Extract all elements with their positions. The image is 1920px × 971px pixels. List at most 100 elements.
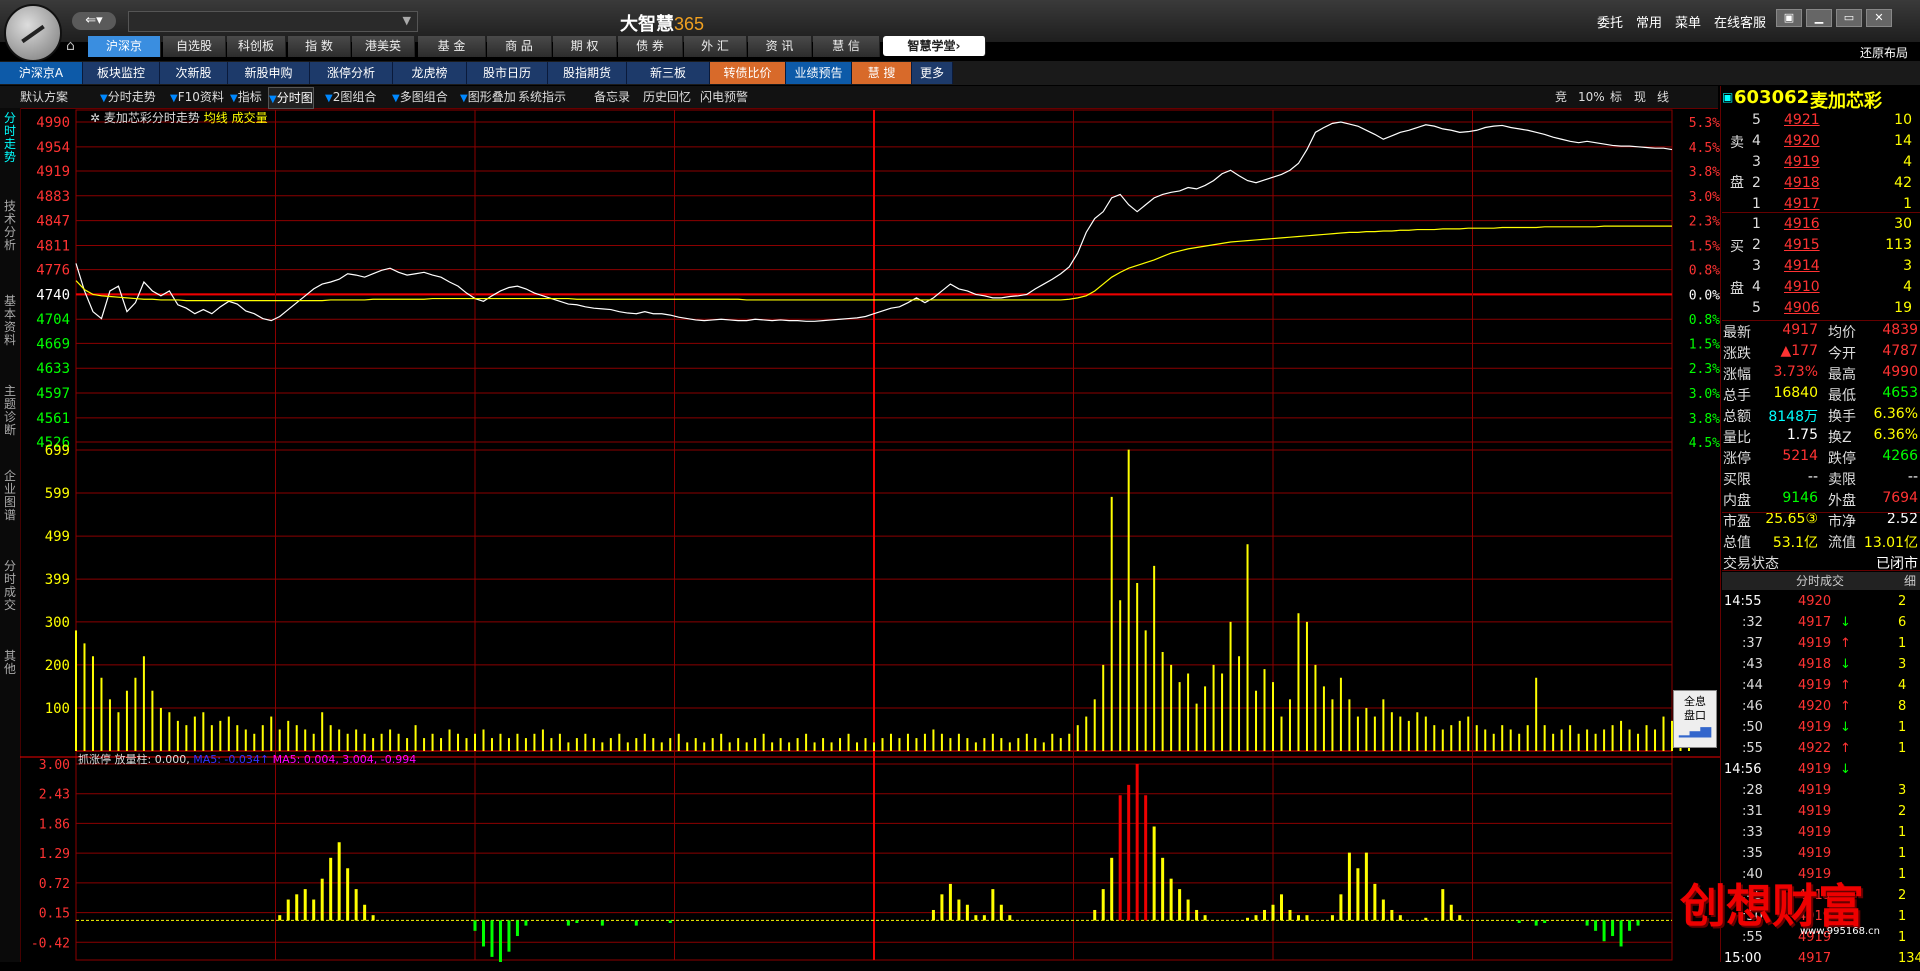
toolbar-right-item[interactable]: 线 (1657, 87, 1669, 107)
toolbar-item[interactable]: ▼分时走势 (100, 87, 156, 107)
toolbar-item[interactable]: ▼图形叠加 (460, 87, 516, 107)
toolbar-item[interactable]: 系统指示 (518, 87, 566, 107)
market-tab[interactable]: 期 权 (553, 36, 617, 57)
window-pin-icon[interactable]: ▣ (1776, 9, 1802, 27)
window-maximize-icon[interactable]: ▭ (1836, 9, 1862, 27)
back-button[interactable]: ⇐▾ (72, 12, 116, 30)
toolbar-item[interactable]: ▼2图组合 (325, 87, 376, 107)
tick-row[interactable]: 15:00 4917 134 (1724, 951, 1920, 971)
market-tab[interactable]: 科创板 (227, 36, 286, 57)
subnav-tab[interactable]: 更多 (912, 62, 953, 84)
restore-layout-link[interactable]: 还原布局 (1860, 44, 1908, 61)
tick-row[interactable]: :44 4919 ↑ 4 (1724, 678, 1918, 698)
market-tab[interactable]: 外 汇 (684, 36, 747, 57)
subnav-tab[interactable]: 慧 搜 (852, 62, 912, 84)
address-input[interactable]: ▼ (128, 11, 418, 32)
dropdown-icon[interactable]: ▼ (170, 93, 178, 104)
subnav-tab[interactable]: 业绩预告 (786, 62, 852, 84)
market-tab[interactable]: 商 品 (487, 36, 552, 57)
home-icon[interactable]: ⌂ (66, 38, 84, 54)
chevron-down-icon[interactable]: ▼ (403, 14, 411, 27)
toolbar-item[interactable]: ▼多图组合 (392, 87, 448, 107)
window-minimize-icon[interactable]: ▁ (1806, 9, 1832, 27)
subnav-tab[interactable]: 龙虎榜 (393, 62, 467, 84)
toolbar-right-item[interactable]: 竞 (1555, 87, 1567, 107)
window-close-icon[interactable]: ✕ (1866, 9, 1892, 27)
top-menu-item[interactable]: 委托 (1597, 12, 1623, 31)
dropdown-icon[interactable]: ▼ (325, 93, 333, 104)
order-book-row[interactable]: 2 4918 42 (1752, 175, 1912, 195)
stock-header[interactable]: ▣ 603062 麦加芯彩 (1720, 86, 1920, 112)
app-logo-icon[interactable] (4, 4, 62, 62)
top-menu-item[interactable]: 菜单 (1675, 12, 1701, 31)
dropdown-icon[interactable]: ▼ (100, 93, 108, 104)
market-tab[interactable]: 慧 信 (813, 36, 880, 57)
tick-row[interactable]: 14:56 4919 ↓ (1724, 762, 1918, 782)
tick-row[interactable]: :43 4918 ↓ 3 (1724, 657, 1918, 677)
indicator-tick-label: 0.72 (39, 877, 70, 892)
toolbar-item[interactable]: ▼F10资料 (170, 87, 224, 107)
tick-row[interactable]: :28 4919 3 (1724, 783, 1918, 803)
toolbar-item[interactable]: ▼指标 (230, 87, 262, 107)
dropdown-icon[interactable]: ▼ (269, 94, 277, 105)
tick-row[interactable]: :46 4920 ↑ 8 (1724, 699, 1918, 719)
market-tab[interactable]: 智慧学堂› (883, 36, 986, 56)
order-book-row[interactable]: 3 4914 3 (1752, 258, 1912, 278)
order-book-row[interactable]: 5 4906 19 (1752, 300, 1912, 320)
tick-row[interactable]: :31 4919 2 (1724, 804, 1918, 824)
subnav-tab[interactable]: 股指期货 (548, 62, 627, 84)
tick-row[interactable]: :35 4919 1 (1724, 846, 1918, 866)
tick-row[interactable]: :32 4917 ↓ 6 (1724, 615, 1918, 635)
toolbar-item[interactable]: 历史回忆 (643, 87, 691, 107)
order-book-row[interactable]: 5 4921 10 (1752, 112, 1912, 132)
tick-row[interactable]: :50 4919 ↓ 1 (1724, 720, 1918, 740)
order-book-row[interactable]: 4 4910 4 (1752, 279, 1912, 299)
side-tab[interactable]: 其他 (2, 650, 18, 676)
toolbar-item[interactable]: 备忘录 (594, 87, 630, 107)
tick-row[interactable]: :37 4919 ↑ 1 (1724, 636, 1918, 656)
subnav-tab[interactable]: 新股申购 (228, 62, 310, 84)
order-book-row[interactable]: 2 4915 113 (1752, 237, 1912, 257)
toolbar-right-item[interactable]: 标 (1610, 87, 1622, 107)
tick-row[interactable]: :55 4922 ↑ 1 (1724, 741, 1918, 761)
order-book-row[interactable]: 1 4916 30 (1752, 216, 1912, 236)
order-book-row[interactable]: 3 4919 4 (1752, 154, 1912, 174)
dropdown-icon[interactable]: ▼ (460, 93, 468, 104)
side-tab[interactable]: 主题诊断 (2, 385, 18, 437)
top-menu-item[interactable]: 在线客服 (1714, 12, 1766, 31)
toolbar-item[interactable]: ▼分时图 (268, 87, 314, 109)
market-tab[interactable]: 债 券 (618, 36, 683, 57)
top-menu-item[interactable]: 常用 (1636, 12, 1662, 31)
toolbar-right-item[interactable]: 10% (1578, 87, 1605, 107)
full-depth-button[interactable]: 全息盘口 ▁▃▅ (1673, 690, 1717, 748)
subnav-tab[interactable]: 新三板 (627, 62, 710, 84)
toolbar-item[interactable]: 默认方案 (20, 87, 68, 107)
side-tab[interactable]: 分时走势 (2, 112, 18, 164)
subnav-tab[interactable]: 涨停分析 (310, 62, 393, 84)
tick-row[interactable]: 14:55 4920 2 (1724, 594, 1918, 614)
subnav-tab[interactable]: 股市日历 (467, 62, 548, 84)
side-tab[interactable]: 基本资料 (2, 295, 18, 347)
market-tab[interactable]: 自选股 (163, 36, 226, 57)
market-tab[interactable]: 基 金 (418, 36, 486, 57)
side-tab[interactable]: 分时成交 (2, 560, 18, 612)
toolbar-right-item[interactable]: 现 (1634, 87, 1646, 107)
dropdown-icon[interactable]: ▼ (392, 93, 400, 104)
intraday-chart[interactable]: 4990 4954 4919 4883 4847 4811 4776 4740 4704 4669… (20, 108, 1720, 962)
side-tab[interactable]: 企业图谱 (2, 470, 18, 522)
dropdown-icon[interactable]: ▼ (230, 93, 238, 104)
tick-row[interactable]: :33 4919 1 (1724, 825, 1918, 845)
subnav-tab[interactable]: 沪深京A (0, 62, 83, 84)
order-book-row[interactable]: 1 4917 1 (1752, 196, 1912, 216)
toolbar-item[interactable]: 闪电预警 (700, 87, 748, 107)
market-tab[interactable]: 港美英 (352, 36, 415, 57)
market-tab[interactable]: 指 数 (288, 36, 351, 57)
subnav-tab[interactable]: 次新股 (160, 62, 228, 84)
market-tab[interactable]: 资 讯 (748, 36, 812, 57)
order-book-row[interactable]: 4 4920 14 (1752, 133, 1912, 153)
subnav-tab[interactable]: 板块监控 (83, 62, 160, 84)
level-number: 4 (1752, 133, 1761, 149)
side-tab[interactable]: 技术分析 (2, 200, 18, 252)
subnav-tab[interactable]: 转债比价 (710, 62, 786, 84)
market-tab[interactable]: 沪深京 (88, 36, 161, 57)
